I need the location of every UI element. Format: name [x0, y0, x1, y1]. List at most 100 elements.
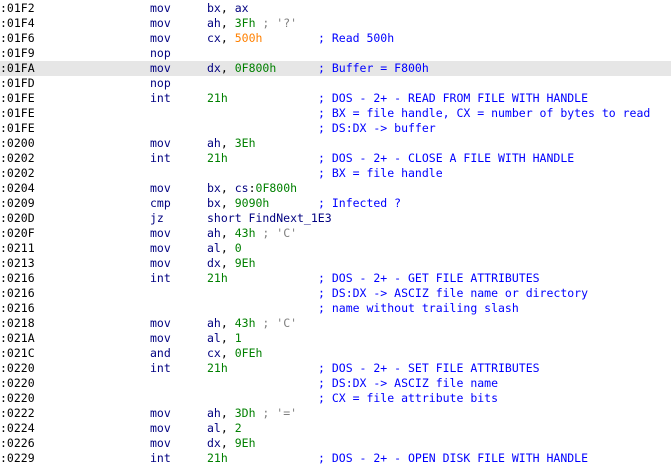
- instruction-mnemonic[interactable]: int: [150, 271, 171, 286]
- listing-line[interactable]: :01F9 nop: [0, 46, 671, 61]
- listing-line[interactable]: :0226 mov dx, 9Eh: [0, 436, 671, 451]
- line-address[interactable]: :0222: [0, 406, 35, 421]
- register-operand[interactable]: cx: [207, 346, 221, 360]
- line-address[interactable]: :020D: [0, 211, 35, 226]
- instruction-mnemonic[interactable]: int: [150, 151, 171, 166]
- line-address[interactable]: :0202: [0, 166, 35, 181]
- register-operand[interactable]: bx: [207, 1, 221, 15]
- line-address[interactable]: :0209: [0, 196, 35, 211]
- listing-line[interactable]: :0222 mov ah, 3Dh ; '=': [0, 406, 671, 421]
- value-operand[interactable]: 21h: [207, 271, 228, 285]
- instruction-operands[interactable]: dx, 9Eh: [207, 256, 256, 271]
- instruction-operands[interactable]: 21h: [207, 271, 228, 286]
- instruction-operands[interactable]: ah, 3Fh ; '?': [207, 16, 297, 31]
- listing-line[interactable]: :0220 ; DS:DX -> ASCIZ file name: [0, 376, 671, 391]
- listing-line[interactable]: :0220 ; CX = file attribute bits: [0, 391, 671, 406]
- listing-line[interactable]: :0202 ; BX = file handle: [0, 166, 671, 181]
- instruction-mnemonic[interactable]: int: [150, 451, 171, 466]
- register-operand[interactable]: al: [207, 331, 221, 345]
- value-operand[interactable]: 0FEh: [235, 346, 263, 360]
- instruction-operands[interactable]: bx, ax: [207, 1, 249, 16]
- value-operand[interactable]: 9090h: [235, 196, 270, 210]
- instruction-operands[interactable]: dx, 0F800h: [207, 61, 276, 76]
- line-address[interactable]: :0224: [0, 421, 35, 436]
- listing-line[interactable]: :020D jz short FindNext_1E3: [0, 211, 671, 226]
- value-operand[interactable]: 21h: [207, 151, 228, 165]
- line-address[interactable]: :0200: [0, 136, 35, 151]
- line-address[interactable]: :0202: [0, 151, 35, 166]
- line-address[interactable]: :0226: [0, 436, 35, 451]
- register-operand[interactable]: dx: [207, 61, 221, 75]
- line-address[interactable]: :0229: [0, 451, 35, 466]
- listing-line[interactable]: :0216 ; name without trailing slash: [0, 301, 671, 316]
- value-operand[interactable]: 43h: [235, 226, 256, 240]
- instruction-operands[interactable]: ah, 3Dh ; '=': [207, 406, 297, 421]
- line-address[interactable]: :01F4: [0, 16, 35, 31]
- instruction-mnemonic[interactable]: mov: [150, 31, 171, 46]
- value-operand[interactable]: 3Dh: [235, 406, 256, 420]
- value-operand[interactable]: 21h: [207, 451, 228, 465]
- instruction-operands[interactable]: bx, 9090h: [207, 196, 269, 211]
- char-comment[interactable]: ; '=': [256, 406, 297, 420]
- register-operand[interactable]: dx: [207, 436, 221, 450]
- listing-line[interactable]: :01F6 mov cx, 500h ; Read 500h: [0, 31, 671, 46]
- instruction-operands[interactable]: al, 2: [207, 421, 242, 436]
- register-operand[interactable]: ax: [235, 1, 249, 15]
- register-operand[interactable]: ah: [207, 406, 221, 420]
- listing-line[interactable]: :021C and cx, 0FEh: [0, 346, 671, 361]
- register-operand[interactable]: ah: [207, 226, 221, 240]
- instruction-operands[interactable]: al, 1: [207, 331, 242, 346]
- line-address[interactable]: :0220: [0, 391, 35, 406]
- instruction-mnemonic[interactable]: mov: [150, 181, 171, 196]
- listing-line[interactable]: :0224 mov al, 2: [0, 421, 671, 436]
- instruction-operands[interactable]: cx, 0FEh: [207, 346, 262, 361]
- value-operand[interactable]: 0F800h: [256, 181, 298, 195]
- line-address[interactable]: :01FA: [0, 61, 35, 76]
- value-operand[interactable]: 3Eh: [235, 136, 256, 150]
- line-address[interactable]: :01F6: [0, 31, 35, 46]
- listing-line[interactable]: :0218 mov ah, 43h ; 'C': [0, 316, 671, 331]
- register-operand[interactable]: bx: [207, 181, 221, 195]
- instruction-mnemonic[interactable]: mov: [150, 406, 171, 421]
- instruction-operands[interactable]: 21h: [207, 451, 228, 466]
- char-comment[interactable]: ; 'C': [256, 226, 297, 240]
- register-operand[interactable]: al: [207, 241, 221, 255]
- listing-line[interactable]: :0216 int 21h ; DOS - 2+ - GET FILE ATTRIBU…: [0, 271, 671, 286]
- instruction-mnemonic[interactable]: mov: [150, 316, 171, 331]
- value-operand[interactable]: 500h: [235, 31, 263, 45]
- value-operand[interactable]: 9Eh: [235, 436, 256, 450]
- instruction-mnemonic[interactable]: mov: [150, 421, 171, 436]
- char-comment[interactable]: ; '?': [256, 16, 297, 30]
- listing-line[interactable]: :01FD nop: [0, 76, 671, 91]
- line-address[interactable]: :01F9: [0, 46, 35, 61]
- register-operand[interactable]: dx: [207, 256, 221, 270]
- instruction-mnemonic[interactable]: mov: [150, 241, 171, 256]
- register-operand[interactable]: al: [207, 421, 221, 435]
- line-address[interactable]: :020F: [0, 226, 35, 241]
- instruction-mnemonic[interactable]: mov: [150, 16, 171, 31]
- instruction-mnemonic[interactable]: nop: [150, 46, 171, 61]
- listing-line[interactable]: :01F2 mov bx, ax: [0, 1, 671, 16]
- instruction-operands[interactable]: short FindNext_1E3: [207, 211, 332, 226]
- value-operand[interactable]: 1: [235, 331, 242, 345]
- listing-line[interactable]: :01F4 mov ah, 3Fh ; '?': [0, 16, 671, 31]
- listing-line[interactable]: :0220 int 21h ; DOS - 2+ - SET FILE ATTRIBU…: [0, 361, 671, 376]
- line-address[interactable]: :01FE: [0, 106, 35, 121]
- listing-line[interactable]: :01FE ; DS:DX -> buffer: [0, 121, 671, 136]
- line-address[interactable]: :021A: [0, 331, 35, 346]
- instruction-operands[interactable]: ah, 43h ; 'C': [207, 316, 297, 331]
- value-operand[interactable]: 0: [235, 241, 242, 255]
- line-address[interactable]: :0220: [0, 376, 35, 391]
- value-operand[interactable]: short FindNext_1E3: [207, 211, 332, 225]
- listing-line[interactable]: :01FE int 21h ; DOS - 2+ - READ FROM FILE W…: [0, 91, 671, 106]
- line-address[interactable]: :0216: [0, 271, 35, 286]
- instruction-mnemonic[interactable]: mov: [150, 1, 171, 16]
- instruction-mnemonic[interactable]: int: [150, 361, 171, 376]
- listing-line[interactable]: :0211 mov al, 0: [0, 241, 671, 256]
- instruction-operands[interactable]: cx, 500h: [207, 31, 262, 46]
- instruction-operands[interactable]: 21h: [207, 91, 228, 106]
- value-operand[interactable]: 21h: [207, 91, 228, 105]
- listing-line[interactable]: :0204 mov bx, cs:0F800h: [0, 181, 671, 196]
- instruction-mnemonic[interactable]: mov: [150, 256, 171, 271]
- register-operand[interactable]: ah: [207, 16, 221, 30]
